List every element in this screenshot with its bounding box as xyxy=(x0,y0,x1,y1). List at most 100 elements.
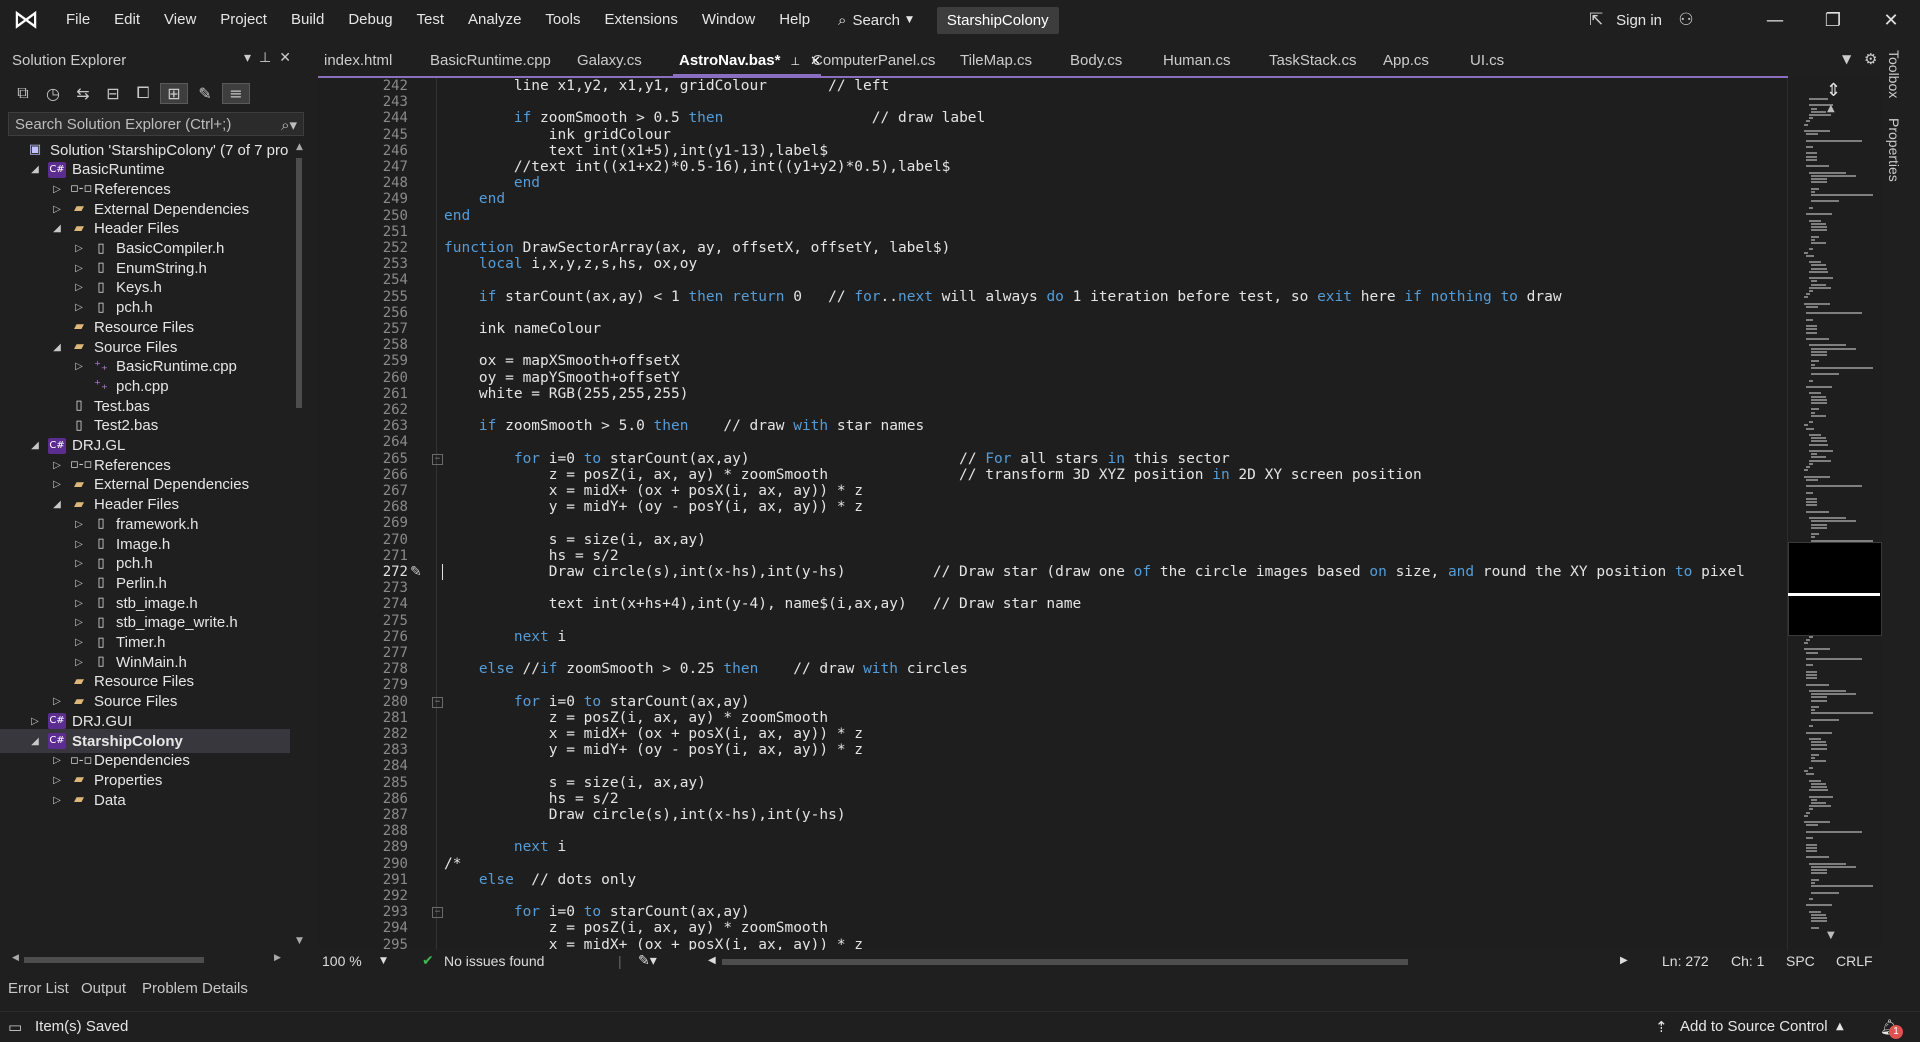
fold-toggle-icon[interactable]: − xyxy=(432,907,443,919)
collapsed-chevron-icon[interactable]: ▷ xyxy=(72,263,86,274)
show-all-files-icon[interactable]: ⧠ xyxy=(130,83,156,103)
collapsed-chevron-icon[interactable]: ▷ xyxy=(72,617,86,628)
tab-basicruntime-cpp[interactable]: BasicRuntime.cpp xyxy=(424,48,551,74)
expanded-chevron-icon[interactable]: ◢ xyxy=(28,164,42,175)
code-line[interactable]: y = midY+ (oy - posY(i, ax, ay)) * z xyxy=(444,742,863,758)
collapsed-chevron-icon[interactable]: ▷ xyxy=(72,657,86,668)
collapsed-chevron-icon[interactable]: ▷ xyxy=(50,696,64,707)
tree-vertical-scroll-thumb[interactable] xyxy=(296,158,302,408)
menu-item-tools[interactable]: Tools xyxy=(533,0,592,40)
menu-item-project[interactable]: Project xyxy=(208,0,279,40)
tab-index-html[interactable]: index.html xyxy=(318,48,392,74)
code-line[interactable]: z = posZ(i, ax, ay) * zoomSmooth xyxy=(444,920,828,936)
collapsed-chevron-icon[interactable]: ▷ xyxy=(50,460,64,471)
collapsed-chevron-icon[interactable]: ▷ xyxy=(72,539,86,550)
collapsed-chevron-icon[interactable]: ▷ xyxy=(50,204,64,215)
code-line[interactable]: local i,x,y,z,s,hs, ox,oy xyxy=(444,256,697,272)
collapsed-chevron-icon[interactable]: ▷ xyxy=(72,578,86,589)
tab-overflow-icon[interactable]: ▼ xyxy=(1842,52,1851,66)
tab-astronav-bas[interactable]: AstroNav.bas* ⊥ ✕ xyxy=(673,48,821,76)
menu-item-extensions[interactable]: Extensions xyxy=(592,0,689,40)
menu-item-debug[interactable]: Debug xyxy=(336,0,404,40)
tab-galaxy-cs[interactable]: Galaxy.cs xyxy=(571,48,642,74)
error-list-tab[interactable]: Error List xyxy=(8,980,69,997)
code-line[interactable]: if zoomSmooth > 5.0 then // draw with st… xyxy=(444,418,924,434)
preview-icon[interactable]: ⊞ xyxy=(160,82,188,104)
editor-horizontal-scroll-thumb[interactable] xyxy=(722,959,1408,965)
code-line[interactable]: z = posZ(i, ax, ay) * zoomSmooth xyxy=(444,710,828,726)
menu-item-test[interactable]: Test xyxy=(405,0,457,40)
column-indicator[interactable]: Ch: 1 xyxy=(1731,950,1764,972)
collapsed-chevron-icon[interactable]: ▷ xyxy=(72,637,86,648)
collapsed-chevron-icon[interactable]: ▷ xyxy=(28,716,42,727)
code-editor[interactable]: 242 243 244 245 246 247 248 249 250 251 252 253 254 2… xyxy=(318,78,1786,950)
tab-human-cs[interactable]: Human.cs xyxy=(1157,48,1231,74)
tab-body-cs[interactable]: Body.cs xyxy=(1064,48,1122,74)
collapsed-chevron-icon[interactable]: ▷ xyxy=(72,558,86,569)
search-button[interactable]: ⌕ Search ▼ xyxy=(828,11,923,29)
code-line[interactable]: else // dots only xyxy=(444,872,636,888)
code-line[interactable]: ox = mapXSmooth+offsetX xyxy=(444,353,680,369)
code-line[interactable]: hs = s/2 xyxy=(444,791,619,807)
code-line[interactable]: end xyxy=(444,208,470,224)
quick-action-brush-icon[interactable]: ✎ xyxy=(410,564,422,580)
minimap[interactable] xyxy=(1787,78,1882,950)
code-line[interactable]: end xyxy=(444,175,540,191)
code-line[interactable]: /* xyxy=(444,856,461,872)
menu-item-file[interactable]: File xyxy=(54,0,102,40)
code-cleanup-brush-icon[interactable]: ✎▾ xyxy=(638,950,657,972)
code-line[interactable]: for i=0 to starCount(ax,ay) xyxy=(444,904,750,920)
solution-explorer-search-input[interactable]: Search Solution Explorer (Ctrl+;) ⌕▾ xyxy=(8,112,304,136)
close-window-button[interactable]: ✕ xyxy=(1862,10,1920,31)
split-editor-icon[interactable]: ⇕ xyxy=(1826,80,1841,101)
collapsed-chevron-icon[interactable]: ▷ xyxy=(72,302,86,313)
scroll-left-icon[interactable]: ◀ xyxy=(12,953,19,963)
line-indicator[interactable]: Ln: 272 xyxy=(1662,950,1709,972)
switch-views-icon[interactable]: ⧉ xyxy=(10,83,36,103)
expanded-chevron-icon[interactable]: ◢ xyxy=(28,736,42,747)
expanded-chevron-icon[interactable]: ◢ xyxy=(50,499,64,510)
gear-icon[interactable]: ⚙ xyxy=(1864,50,1877,68)
collapsed-chevron-icon[interactable]: ▷ xyxy=(50,755,64,766)
code-line[interactable]: oy = mapYSmooth+offsetY xyxy=(444,370,680,386)
minimap-viewport[interactable] xyxy=(1788,542,1882,636)
scroll-up-icon[interactable]: ▲ xyxy=(296,142,303,152)
properties-wrench-icon[interactable]: ✎ xyxy=(192,84,218,103)
collapsed-chevron-icon[interactable]: ▷ xyxy=(72,243,86,254)
code-line[interactable]: x = midX+ (ox + posX(i, ax, ay)) * z xyxy=(444,937,863,950)
code-line[interactable]: if zoomSmooth > 0.5 then // draw label xyxy=(444,110,985,126)
code-line[interactable]: ink nameColour xyxy=(444,321,601,337)
tree-horizontal-scroll-thumb[interactable] xyxy=(24,957,204,963)
scroll-right-icon[interactable]: ▶ xyxy=(1620,950,1628,972)
collapsed-chevron-icon[interactable]: ▷ xyxy=(50,479,64,490)
tab-taskstack-cs[interactable]: TaskStack.cs xyxy=(1263,48,1357,74)
whitespace-indicator[interactable]: SPC xyxy=(1786,950,1815,972)
collapsed-chevron-icon[interactable]: ▷ xyxy=(72,519,86,530)
collapsed-chevron-icon[interactable]: ▷ xyxy=(72,361,86,372)
scroll-up-icon[interactable]: ▲ xyxy=(1827,103,1835,114)
code-line[interactable]: next i xyxy=(444,629,566,645)
properties-tab[interactable]: Properties xyxy=(1886,118,1902,182)
code-line[interactable]: x = midX+ (ox + posX(i, ax, ay)) * z xyxy=(444,483,863,499)
code-line[interactable]: else //if zoomSmooth > 0.25 then // draw… xyxy=(444,661,968,677)
chevron-up-icon[interactable]: ▲ xyxy=(1836,1012,1844,1042)
code-line[interactable]: function DrawSectorArray(ax, ay, offsetX… xyxy=(444,240,950,256)
code-line[interactable]: x = midX+ (ox + posX(i, ax, ay)) * z xyxy=(444,726,863,742)
filter-icon[interactable]: ≡ xyxy=(222,82,250,104)
code-line[interactable]: Draw circle(s),int(x-hs),int(y-hs) xyxy=(444,807,846,823)
collapsed-chevron-icon[interactable]: ▷ xyxy=(50,795,64,806)
code-line[interactable]: z = posZ(i, ax, ay) * zoomSmooth // tran… xyxy=(444,467,1422,483)
code-line[interactable]: if starCount(ax,ay) < 1 then return 0 //… xyxy=(444,289,1562,305)
menu-item-edit[interactable]: Edit xyxy=(102,0,152,40)
code-line[interactable]: next i xyxy=(444,839,566,855)
code-line[interactable]: end xyxy=(444,191,505,207)
fold-toggle-icon[interactable]: − xyxy=(432,453,443,465)
tab-computerpanel-cs[interactable]: ComputerPanel.cs xyxy=(806,48,935,74)
code-line[interactable]: ink gridColour xyxy=(444,127,671,143)
arrow-up-icon[interactable]: ⇡ xyxy=(1655,1012,1668,1042)
history-icon[interactable]: ◷ xyxy=(40,84,66,103)
pin-icon[interactable]: ⊥ xyxy=(259,50,279,66)
sign-in-link[interactable]: Sign in xyxy=(1616,12,1662,29)
pin-icon[interactable]: ⊥ xyxy=(790,56,800,68)
expanded-chevron-icon[interactable]: ◢ xyxy=(50,223,64,234)
